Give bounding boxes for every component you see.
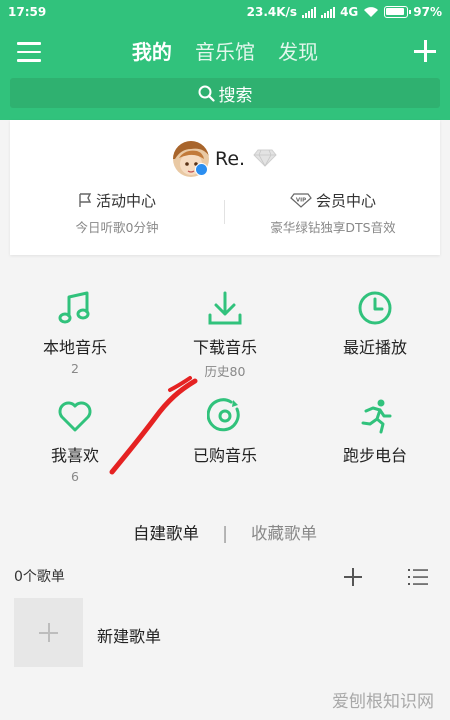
grid-recent-play[interactable]: 最近播放	[300, 290, 450, 361]
add-icon[interactable]	[414, 40, 436, 62]
card-divider	[224, 200, 225, 224]
tab-music-hall[interactable]: 音乐馆	[195, 36, 255, 65]
wifi-icon	[364, 7, 379, 17]
purchased-disc-icon	[207, 398, 240, 432]
grid-purchased-music-label: 已购音乐	[192, 446, 257, 465]
new-playlist-plus-icon	[14, 598, 83, 667]
tab-created-playlists[interactable]: 自建歌单	[133, 520, 199, 544]
status-time: 17:59	[8, 5, 47, 19]
grid-download-music-label: 下载音乐	[192, 338, 257, 357]
top-nav-tabs: 我的 音乐馆 发现	[0, 36, 450, 65]
grid-running-radio[interactable]: 跑步电台	[300, 398, 450, 469]
add-playlist-icon[interactable]	[344, 568, 362, 586]
status-bar: 17:59 23.4K/s 4G 97%	[0, 0, 450, 26]
grid-download-music-history: 历史80	[204, 364, 246, 379]
status-indicators: 23.4K/s 4G 97%	[247, 5, 442, 19]
grid-favorites[interactable]: 我喜欢 6	[0, 398, 150, 484]
grid-running-radio-label: 跑步电台	[342, 446, 407, 465]
music-note-icon	[58, 291, 90, 324]
network-speed: 23.4K/s	[246, 5, 298, 19]
grid-local-music-count: 2	[71, 361, 79, 376]
new-playlist-label: 新建歌单	[97, 627, 162, 646]
playlist-tabs: 自建歌单 | 收藏歌单	[0, 520, 450, 544]
grid-local-music[interactable]: 本地音乐 2	[0, 290, 150, 376]
grid-local-music-label: 本地音乐	[42, 338, 107, 357]
tab-collected-playlists[interactable]: 收藏歌单	[251, 520, 317, 544]
search-icon	[198, 85, 215, 102]
watermark: 爱刨根知识网	[332, 692, 434, 712]
grid-favorites-label: 我喜欢	[50, 446, 99, 465]
download-icon	[208, 291, 242, 325]
playlist-header: 0个歌单	[14, 566, 436, 588]
network-type: 4G	[340, 5, 359, 19]
signal-icon	[302, 6, 317, 18]
activity-center-subtitle: 今日听歌0分钟	[75, 220, 159, 235]
verified-badge-icon	[195, 163, 208, 176]
battery-level: 97%	[413, 5, 442, 19]
app-header: 我的 音乐馆 发现 搜索	[0, 26, 450, 120]
clock-icon	[358, 291, 392, 325]
playlist-count: 0个歌单	[14, 569, 65, 585]
signal-icon-2	[321, 6, 336, 18]
profile-card: Re. 活动中心 今日听歌0分钟 VIP 会员中心 豪华绿钻独享DTS音效	[10, 120, 440, 255]
vip-badge-text: VIP	[296, 198, 306, 204]
membership-center-title: 会员中心	[315, 192, 376, 210]
diamond-icon[interactable]	[253, 149, 277, 167]
membership-center-subtitle: 豪华绿钻独享DTS音效	[270, 220, 396, 235]
grid-favorites-count: 6	[71, 469, 79, 484]
membership-center[interactable]: VIP 会员中心 豪华绿钻独享DTS音效	[226, 190, 440, 236]
manage-list-icon[interactable]	[407, 567, 429, 587]
new-playlist-item[interactable]: 新建歌单	[14, 598, 434, 668]
search-bar[interactable]: 搜索	[10, 78, 440, 108]
vip-diamond-icon: VIP	[290, 193, 312, 208]
grid-download-music[interactable]: 下载音乐 历史80	[150, 290, 300, 380]
flag-icon	[79, 193, 92, 207]
tab-discover[interactable]: 发现	[278, 36, 318, 65]
heart-icon	[58, 401, 92, 432]
activity-center-title: 活动中心	[95, 192, 156, 210]
activity-center[interactable]: 活动中心 今日听歌0分钟	[10, 190, 224, 236]
tab-mine[interactable]: 我的	[132, 36, 172, 65]
running-icon	[361, 399, 392, 434]
tab-separator: |	[222, 524, 228, 543]
grid-recent-play-label: 最近播放	[342, 338, 407, 357]
grid-purchased-music[interactable]: 已购音乐	[150, 398, 300, 469]
battery-icon	[384, 6, 412, 18]
username[interactable]: Re.	[215, 148, 245, 170]
search-placeholder: 搜索	[218, 85, 253, 106]
